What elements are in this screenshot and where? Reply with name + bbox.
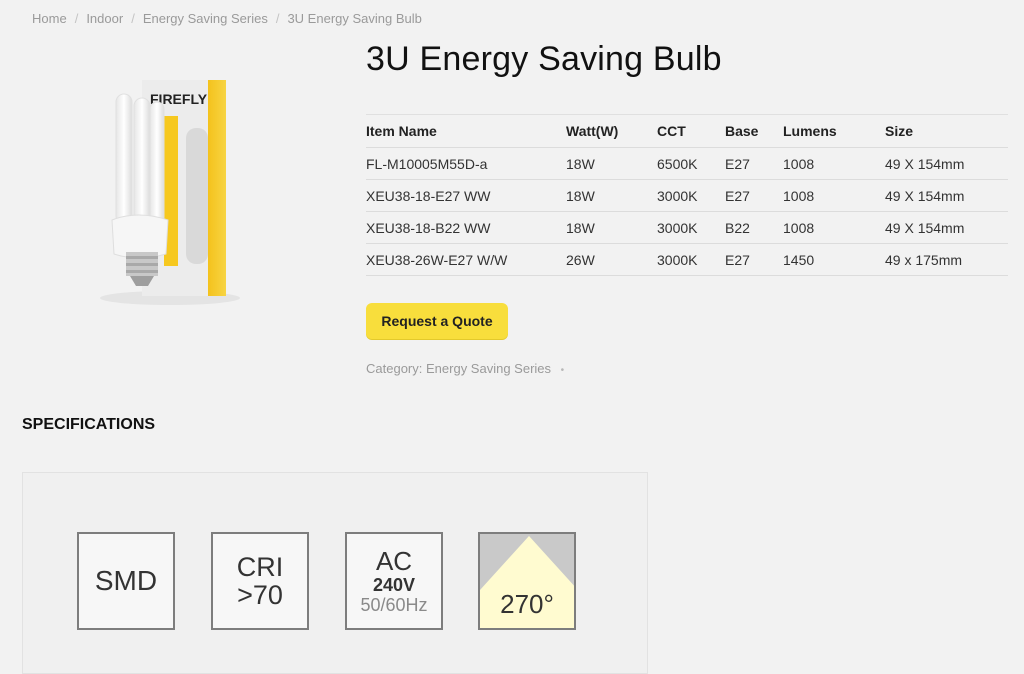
- breadcrumb-separator: /: [275, 11, 280, 26]
- category-separator-dot: •: [560, 365, 565, 376]
- cell-size: 49 X 154mm: [885, 179, 1008, 212]
- spec-voltage-value: 240V: [372, 575, 416, 595]
- spec-ac-label: AC: [375, 546, 413, 576]
- specifications-heading: SPECIFICATIONS: [22, 416, 156, 433]
- cell-base: E27: [725, 147, 783, 180]
- product-image[interactable]: FIREFLY: [90, 76, 250, 306]
- category-prefix: Category:: [366, 361, 423, 376]
- cell-cct: 6500K: [657, 147, 725, 180]
- cell-lumens: 1008: [783, 147, 885, 180]
- cell-size: 49 X 154mm: [885, 211, 1008, 244]
- spec-cri-value: >70: [237, 580, 283, 610]
- product-variants-table: Item Name Watt(W) CCT Base Lumens Size F…: [366, 114, 1008, 276]
- product-category: Category: Energy Saving Series •: [366, 361, 564, 376]
- cell-cct: 3000K: [657, 179, 725, 212]
- spec-smd-badge: SMD: [77, 532, 175, 630]
- cell-cct: 3000K: [657, 211, 725, 244]
- breadcrumb-indoor[interactable]: Indoor: [86, 11, 123, 26]
- category-link-energy-saving-series[interactable]: Energy Saving Series: [426, 361, 551, 376]
- cell-size: 49 x 175mm: [885, 243, 1008, 276]
- cell-lumens: 1008: [783, 211, 885, 244]
- cell-base: B22: [725, 211, 783, 244]
- spec-smd-text: SMD: [94, 565, 158, 596]
- breadcrumb-separator: /: [131, 11, 135, 26]
- cell-cct: 3000K: [657, 243, 725, 276]
- cell-watt: 18W: [566, 179, 657, 212]
- breadcrumb-current: 3U Energy Saving Bulb: [287, 11, 422, 26]
- cell-lumens: 1008: [783, 179, 885, 212]
- product-title: 3U Energy Saving Bulb: [366, 40, 722, 78]
- table-header-row: Item Name Watt(W) CCT Base Lumens Size: [366, 114, 1008, 148]
- spec-frequency-value: 50/60Hz: [360, 595, 428, 615]
- cell-watt: 18W: [566, 147, 657, 180]
- spec-voltage-badge: AC 240V 50/60Hz: [345, 532, 443, 630]
- table-row: FL-M10005M55D-a 18W 6500K E27 1008 49 X …: [366, 147, 1008, 180]
- cell-item-name: FL-M10005M55D-a: [366, 147, 566, 180]
- cell-watt: 26W: [566, 243, 657, 276]
- cell-size: 49 X 154mm: [885, 147, 1008, 180]
- column-header-item-name: Item Name: [366, 114, 566, 148]
- cell-item-name: XEU38-26W-E27 W/W: [366, 243, 566, 276]
- column-header-watt: Watt(W): [566, 114, 657, 148]
- request-quote-button[interactable]: Request a Quote: [366, 303, 508, 339]
- cell-lumens: 1450: [783, 243, 885, 276]
- table-row: XEU38-18-B22 WW 18W 3000K B22 1008 49 X …: [366, 211, 1008, 244]
- column-header-lumens: Lumens: [783, 114, 885, 148]
- cell-base: E27: [725, 179, 783, 212]
- column-header-cct: CCT: [657, 114, 725, 148]
- bulb-package-illustration: FIREFLY: [100, 80, 240, 305]
- breadcrumb-energy-saving-series[interactable]: Energy Saving Series: [143, 11, 268, 26]
- spec-cri-label: CRI: [236, 551, 284, 582]
- breadcrumb-home[interactable]: Home: [32, 11, 67, 26]
- spec-cri-badge: CRI >70: [211, 532, 309, 630]
- cell-item-name: XEU38-18-B22 WW: [366, 211, 566, 244]
- cell-base: E27: [725, 243, 783, 276]
- spec-beam-angle-value: 270°: [500, 589, 554, 619]
- column-header-base: Base: [725, 114, 783, 148]
- cell-watt: 18W: [566, 211, 657, 244]
- column-header-size: Size: [885, 114, 1008, 148]
- table-row: XEU38-18-E27 WW 18W 3000K E27 1008 49 X …: [366, 179, 1008, 212]
- spec-beam-angle-badge: 270°: [478, 532, 576, 630]
- breadcrumb-separator: /: [74, 11, 79, 26]
- cell-item-name: XEU38-18-E27 WW: [366, 179, 566, 212]
- table-row: XEU38-26W-E27 W/W 26W 3000K E27 1450 49 …: [366, 243, 1008, 276]
- breadcrumb: Home / Indoor / Energy Saving Series / 3…: [32, 11, 422, 26]
